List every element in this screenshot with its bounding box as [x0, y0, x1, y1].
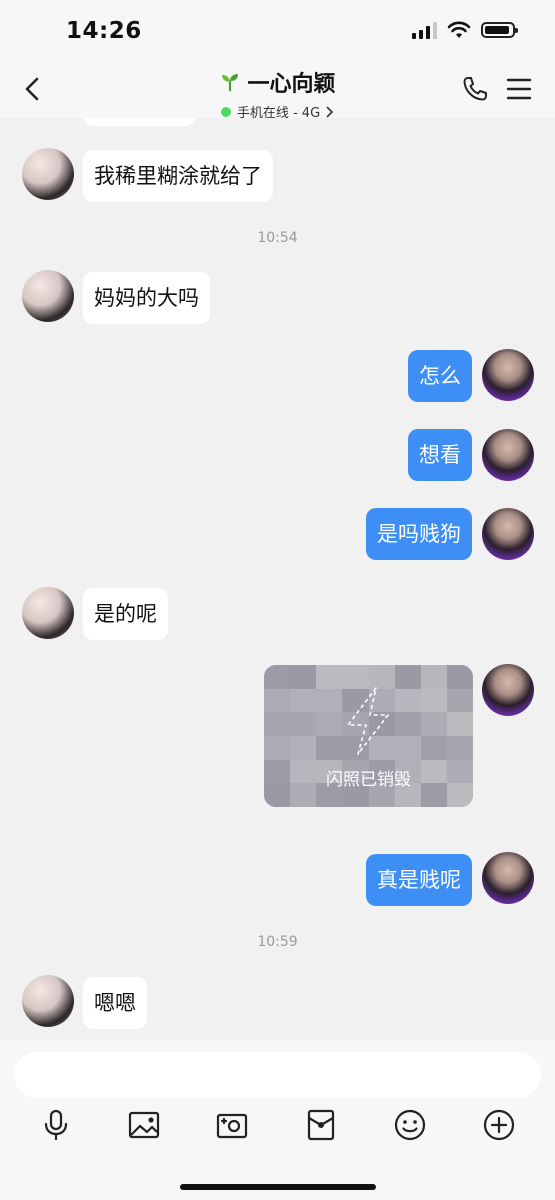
chevron-right-icon	[326, 106, 334, 117]
microphone-icon[interactable]	[39, 1108, 73, 1142]
status-icons	[412, 21, 518, 39]
contact-avatar[interactable]	[22, 270, 74, 322]
image-icon[interactable]	[127, 1108, 161, 1142]
message-list[interactable]: 我稀里糊涂就给了 10:54 妈妈的大吗 怎么 想看 是吗贱狗 是的呢 闪照已销…	[0, 118, 555, 1040]
input-area	[0, 1040, 555, 1200]
online-dot-icon	[220, 106, 231, 117]
flash-photo-message[interactable]: 闪照已销毁	[264, 665, 473, 807]
phone-call-icon[interactable]	[460, 74, 490, 104]
contact-avatar[interactable]	[22, 587, 74, 639]
lightning-bolt-icon	[347, 687, 389, 755]
nav-bar: 一心向颖 手机在线 - 4G	[0, 60, 555, 121]
message-bubble-incoming[interactable]: 妈妈的大吗	[83, 272, 210, 324]
my-avatar[interactable]	[482, 664, 534, 716]
menu-icon[interactable]	[505, 76, 533, 102]
contact-name: 一心向颖	[247, 72, 336, 97]
message-bubble-outgoing[interactable]: 怎么	[408, 350, 472, 402]
my-avatar[interactable]	[482, 852, 534, 904]
message-bubble-incoming[interactable]: 嗯嗯	[83, 977, 147, 1029]
cellular-signal-icon	[412, 21, 437, 39]
message-bubble-outgoing[interactable]: 真是贱呢	[366, 854, 472, 906]
my-avatar[interactable]	[482, 429, 534, 481]
my-avatar[interactable]	[482, 349, 534, 401]
message-bubble-partial[interactable]	[83, 118, 195, 126]
battery-icon	[481, 22, 518, 38]
contact-avatar[interactable]	[22, 975, 74, 1027]
emoji-icon[interactable]	[393, 1108, 427, 1142]
status-time: 14:26	[66, 18, 142, 44]
message-timestamp: 10:54	[257, 230, 298, 246]
status-bar: 14:26	[0, 0, 555, 60]
wifi-icon	[447, 21, 471, 38]
message-timestamp: 10:59	[257, 934, 298, 950]
message-bubble-outgoing[interactable]: 是吗贱狗	[366, 508, 472, 560]
flash-destroyed-label: 闪照已销毁	[326, 770, 411, 790]
message-bubble-incoming[interactable]: 我稀里糊涂就给了	[83, 150, 273, 202]
contact-title-row: 一心向颖	[219, 66, 336, 98]
sprout-icon	[222, 74, 239, 91]
plus-icon[interactable]	[482, 1108, 516, 1142]
message-input[interactable]	[14, 1052, 541, 1098]
chat-screen: 14:26 一心向颖 手机在线 - 4G 我稀里糊涂就给了 10:54 妈妈的大…	[0, 0, 555, 1200]
home-indicator[interactable]	[180, 1184, 376, 1190]
my-avatar[interactable]	[482, 508, 534, 560]
camera-icon[interactable]	[215, 1108, 249, 1142]
message-bubble-outgoing[interactable]: 想看	[408, 429, 472, 481]
red-packet-icon[interactable]	[304, 1108, 338, 1142]
message-bubble-incoming[interactable]: 是的呢	[83, 588, 168, 640]
contact-avatar[interactable]	[22, 148, 74, 200]
